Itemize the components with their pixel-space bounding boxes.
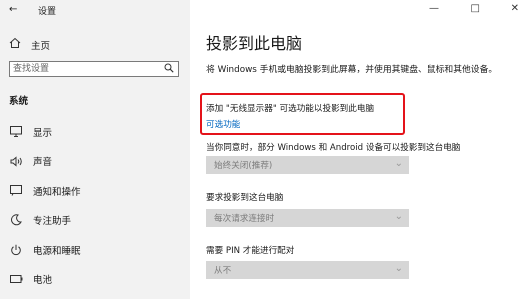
sidebar-item-label: 声音 xyxy=(33,157,53,169)
notification-icon xyxy=(9,185,23,196)
sidebar-item-notifications[interactable]: 通知和操作 xyxy=(0,176,190,206)
app-title: 设置 xyxy=(38,7,57,17)
chevron-down-icon: ⌄ xyxy=(394,263,403,274)
chevron-down-icon: ⌄ xyxy=(394,158,403,169)
speaker-icon xyxy=(9,156,23,167)
optional-features-link[interactable]: 可选功能 xyxy=(206,118,240,130)
page-title: 投影到此电脑 xyxy=(206,34,303,53)
add-feature-text: 添加 "无线显示器" 可选功能以投影到此电脑 xyxy=(206,104,375,114)
sidebar-item-home[interactable]: 主页 xyxy=(9,37,50,52)
setting-label-require-pin: 需要 PIN 才能进行配对 xyxy=(206,246,295,256)
require-pin-dropdown[interactable]: 从不 ⌄ xyxy=(206,261,409,279)
sidebar-nav: 显示 声音 通知和操作 专注助手 电源和睡眠 电池 xyxy=(0,117,190,294)
search-icon[interactable] xyxy=(164,63,174,76)
close-icon[interactable]: ✕ xyxy=(511,3,519,14)
sidebar-item-label: 显示 xyxy=(33,127,53,139)
sidebar-item-label: 通知和操作 xyxy=(33,186,81,198)
setting-label-ask-to-project: 要求投影到这台电脑 xyxy=(206,193,284,203)
home-icon xyxy=(9,37,23,52)
sidebar: ← 设置 主页 系统 显示 声音 通知和操作 xyxy=(0,0,190,299)
sidebar-item-sound[interactable]: 声音 xyxy=(0,147,190,177)
sidebar-item-label: 电池 xyxy=(33,275,53,287)
ask-to-project-dropdown[interactable]: 每次请求连接时 ⌄ xyxy=(206,209,409,227)
sidebar-item-display[interactable]: 显示 xyxy=(0,117,190,147)
setting-label-availability: 当你同意时，部分 Windows 和 Android 设备可以投影到这台电脑 xyxy=(206,143,461,153)
dropdown-value: 每次请求连接时 xyxy=(214,214,275,224)
maximize-icon[interactable]: □ xyxy=(471,3,480,14)
sidebar-item-power-sleep[interactable]: 电源和睡眠 xyxy=(0,235,190,265)
home-label: 主页 xyxy=(31,40,51,52)
section-heading: 系统 xyxy=(9,96,29,107)
sidebar-item-label: 专注助手 xyxy=(33,216,72,228)
search-box[interactable] xyxy=(9,61,179,77)
dropdown-value: 始终关闭(推荐) xyxy=(214,161,273,171)
sidebar-item-label: 电源和睡眠 xyxy=(33,245,81,257)
display-icon xyxy=(9,126,23,138)
back-arrow-icon[interactable]: ← xyxy=(9,4,17,15)
chevron-down-icon: ⌄ xyxy=(394,211,403,222)
search-input[interactable] xyxy=(13,63,163,75)
sidebar-item-focus-assist[interactable]: 专注助手 xyxy=(0,206,190,236)
power-icon xyxy=(9,244,23,256)
page-description: 将 Windows 手机或电脑投影到此屏幕，并使用其键盘、鼠标和其他设备。 xyxy=(206,65,498,75)
availability-dropdown[interactable]: 始终关闭(推荐) ⌄ xyxy=(206,156,409,174)
main-content: — □ ✕ 投影到此电脑 将 Windows 手机或电脑投影到此屏幕，并使用其键… xyxy=(190,0,524,299)
moon-icon xyxy=(9,214,23,226)
minimize-icon[interactable]: — xyxy=(429,3,439,14)
sidebar-item-battery[interactable]: 电池 xyxy=(0,265,190,295)
battery-icon xyxy=(9,275,23,284)
dropdown-value: 从不 xyxy=(214,266,232,276)
